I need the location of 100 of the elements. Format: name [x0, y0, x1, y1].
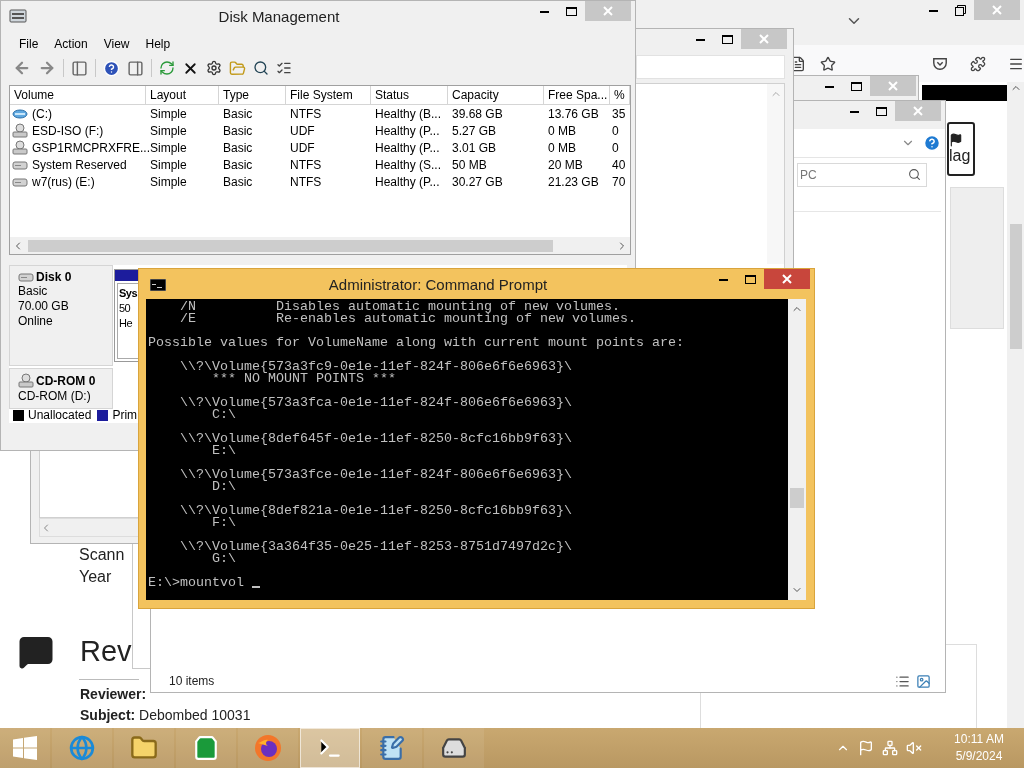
scrollbar[interactable] [767, 84, 784, 264]
taskbar-button[interactable] [114, 728, 174, 768]
table-cell-text: 20 MB [547, 157, 584, 172]
folder-icon [130, 734, 158, 762]
folder-open-icon[interactable] [229, 59, 246, 77]
close-icon [913, 106, 923, 116]
restore-icon [955, 4, 966, 16]
column-header[interactable]: Status [371, 86, 448, 104]
console-line: \\?\Volume{573a3fce-0e1e-11ef-824f-806e6f6e6963}\ [179, 469, 573, 481]
console-line: D:\ [212, 481, 236, 493]
table-cell-text: 50 MB [451, 157, 488, 172]
table-cell-text: NTFS [289, 157, 323, 172]
close-button[interactable] [764, 269, 810, 289]
table-cell-text: 5.27 GB [451, 123, 498, 138]
address-field[interactable] [636, 55, 785, 79]
subject-text: Subject: Debombed 10031 [80, 705, 251, 725]
refresh-icon[interactable] [159, 60, 175, 76]
browser-logo-icon [254, 734, 282, 762]
flag-icon[interactable] [858, 740, 874, 756]
details-view-icon[interactable] [895, 673, 910, 689]
column-header[interactable]: Free Spa... [544, 86, 610, 104]
column-header[interactable]: File System [286, 86, 371, 104]
speaker-muted-icon[interactable] [906, 740, 922, 756]
flag-button[interactable]: lag [947, 122, 975, 176]
console-line: /E Re-enables automatic mounting of new volumes. [179, 313, 637, 325]
disk-info: Basic [18, 284, 49, 299]
column-header[interactable]: Type [219, 86, 286, 104]
console-line: C:\ [212, 409, 236, 421]
table-cell-text: Simple [149, 140, 188, 155]
drive-icon [12, 175, 28, 188]
taskbar-button[interactable] [176, 728, 236, 768]
console-line: \\?\Volume{8def645f-0e1e-11ef-8250-8cfc16bb9f63}\ [179, 433, 573, 445]
close-icon [759, 34, 769, 44]
menu-item[interactable]: Action [46, 35, 96, 53]
column-header[interactable]: % [610, 86, 630, 104]
table-cell-text: Healthy (S... [374, 157, 443, 172]
large-icons-view-icon[interactable] [916, 673, 931, 689]
notepad-icon [379, 735, 405, 761]
drive-icon [441, 735, 467, 761]
search-field[interactable]: PC [797, 163, 927, 187]
console-line: \\?\Volume{573a3fc9-0e1e-11ef-824f-806e6f6e6963}\ [179, 361, 573, 373]
scrollbar[interactable] [10, 237, 630, 254]
checklist-icon[interactable] [276, 60, 292, 76]
scrollbar[interactable] [788, 299, 806, 600]
scrollbar[interactable] [39, 518, 139, 537]
table-cell-text: Healthy (P... [374, 123, 441, 138]
table-cell-text: Basic [222, 123, 254, 138]
forward-icon[interactable] [38, 59, 56, 77]
disc-drive-icon [12, 122, 28, 139]
panel-icon[interactable] [71, 59, 88, 77]
partition-info: He [119, 316, 133, 331]
column-header[interactable]: Layout [146, 86, 219, 104]
close-icon [603, 6, 613, 16]
minimize-icon [540, 9, 549, 13]
start-button[interactable] [0, 728, 50, 768]
minimize-icon [719, 277, 728, 281]
help-icon[interactable] [923, 134, 941, 152]
scrollbar-thumb[interactable] [790, 488, 804, 508]
panel-icon[interactable] [127, 59, 144, 77]
console-line: E:\ [212, 445, 236, 457]
scrollbar-thumb[interactable] [1009, 224, 1022, 349]
status-text: 10 items [169, 674, 215, 688]
console-line: \\?\Volume{573a3fca-0e1e-11ef-824f-806e6f6e6963}\ [179, 397, 573, 409]
search-icon [908, 168, 921, 181]
table-cell-text: 39.68 GB [451, 106, 504, 121]
legend-label: Prim [112, 408, 138, 422]
maximize-icon [722, 34, 733, 44]
time-text: 10:11 AM [954, 731, 1004, 748]
properties-icon[interactable] [206, 60, 222, 76]
search-icon[interactable] [253, 60, 269, 76]
disc-drive-icon [12, 139, 28, 156]
star-icon[interactable] [820, 54, 836, 73]
scrollbar-thumb[interactable] [28, 239, 553, 252]
menu-item[interactable]: File [11, 35, 47, 53]
column-header[interactable]: Capacity [448, 86, 544, 104]
maximize-icon [851, 81, 862, 91]
table-cell-text: 0 [611, 123, 620, 138]
partition-info: Sys [119, 286, 138, 301]
column-header[interactable]: Volume [10, 86, 146, 104]
table-cell-text: System Reserved [31, 157, 128, 172]
menu-item[interactable]: Help [137, 35, 179, 53]
drive-icon [12, 107, 28, 120]
table-cell-text: Basic [222, 157, 254, 172]
network-icon[interactable] [882, 740, 898, 756]
table-cell-text: 13.76 GB [547, 106, 600, 121]
back-icon[interactable] [13, 59, 31, 77]
scrollbar[interactable] [1007, 82, 1024, 728]
table-cell-text: UDF [289, 140, 316, 155]
puzzle-icon[interactable] [970, 54, 986, 73]
help-icon[interactable] [103, 59, 120, 77]
taskbar-button[interactable] [424, 728, 484, 768]
menu-item[interactable]: View [95, 35, 138, 53]
disk-info: Online [18, 314, 54, 329]
table-cell-text: Simple [149, 174, 188, 189]
disk-info: 70.00 GB [18, 299, 70, 314]
table-cell-text: 35 [611, 106, 627, 121]
taskbar-button[interactable] [362, 728, 422, 768]
taskbar-button[interactable] [238, 728, 298, 768]
console-line: Possible values for VolumeName along with current mount points are: [148, 337, 685, 349]
table-cell-text: 0 [611, 140, 620, 155]
